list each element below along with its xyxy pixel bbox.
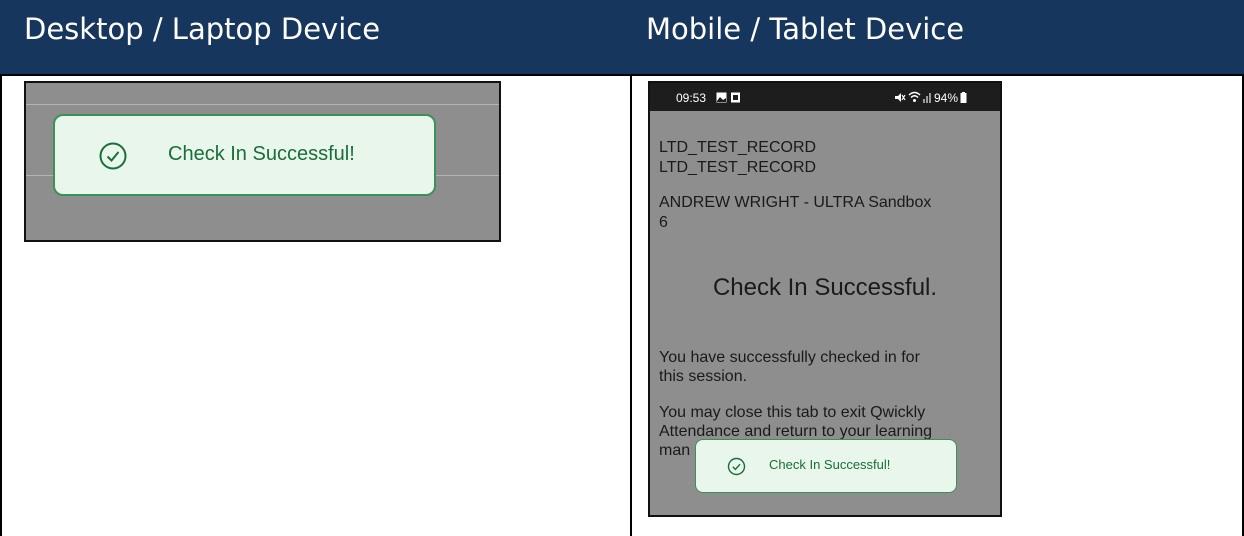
desktop-column-header: Desktop / Laptop Device — [0, 0, 630, 76]
signal-icon — [923, 93, 931, 103]
check-circle-icon — [99, 142, 127, 170]
instruction-line1: You may close this tab to exit Qwickly — [659, 404, 926, 421]
course-name-line1: ANDREW WRIGHT - ULTRA Sandbox — [659, 194, 932, 211]
mute-icon — [895, 93, 906, 102]
desktop-divider-top — [26, 104, 499, 105]
desktop-toast-text: Check In Successful! — [168, 143, 355, 165]
record-name-1: LTD_TEST_RECORD — [659, 139, 817, 156]
confirmation-line2: this session. — [659, 368, 748, 385]
mobile-toast-text: Check In Successful! — [769, 457, 891, 472]
status-battery-percent: 94% — [934, 91, 959, 105]
desktop-success-toast: Check In Successful! — [53, 114, 436, 196]
table-column-divider — [630, 76, 632, 536]
check-circle-icon — [727, 457, 746, 476]
record-name-2: LTD_TEST_RECORD — [659, 159, 817, 176]
desktop-screenshot: Check In Successful! — [24, 81, 501, 242]
course-name-line2: 6 — [659, 214, 668, 231]
mobile-screenshot: 09:53 94% LTD_TEST_RECORD LTD_TEST_RECOR… — [648, 81, 1002, 517]
battery-icon — [960, 92, 967, 103]
status-bar: 09:53 94% — [650, 83, 1000, 111]
table-left-border — [0, 76, 2, 536]
comparison-table: Desktop / Laptop Device Mobile / Tablet … — [0, 0, 1244, 536]
mobile-column-header: Mobile / Tablet Device — [630, 0, 1244, 76]
confirmation-line1: You have successfully checked in for — [659, 349, 920, 366]
mobile-header-text: Mobile / Tablet Device — [646, 12, 965, 46]
instruction-line3: man — [659, 442, 691, 459]
gallery-icon — [716, 92, 727, 103]
mobile-success-toast: Check In Successful! — [695, 439, 957, 493]
success-heading: Check In Successful. — [712, 274, 938, 301]
wifi-icon — [908, 91, 921, 102]
status-time: 09:53 — [676, 91, 707, 105]
sim-icon — [731, 92, 740, 103]
desktop-header-text: Desktop / Laptop Device — [24, 12, 381, 46]
